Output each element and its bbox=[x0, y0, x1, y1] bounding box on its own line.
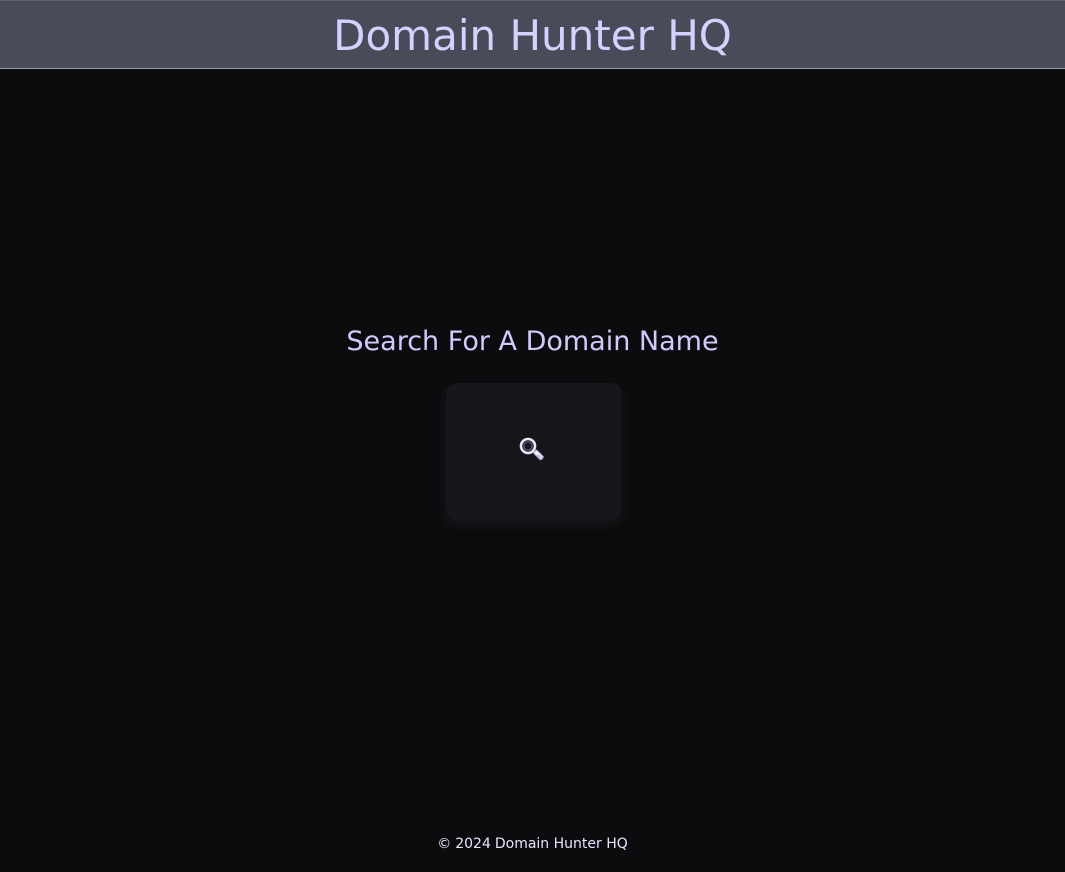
search-tile-button[interactable] bbox=[446, 383, 622, 520]
search-icon bbox=[519, 437, 544, 460]
copyright-year: 2024 bbox=[455, 836, 491, 852]
site-header: Domain Hunter HQ bbox=[0, 0, 1065, 69]
main-content: Search For A Domain Name bbox=[0, 69, 1065, 829]
site-title: Domain Hunter HQ bbox=[333, 10, 732, 60]
footer-site-name: Domain Hunter HQ bbox=[494, 836, 628, 852]
copyright-symbol: © bbox=[437, 836, 452, 852]
search-heading: Search For A Domain Name bbox=[346, 326, 719, 357]
site-footer: © 2024 Domain Hunter HQ bbox=[0, 834, 1065, 854]
